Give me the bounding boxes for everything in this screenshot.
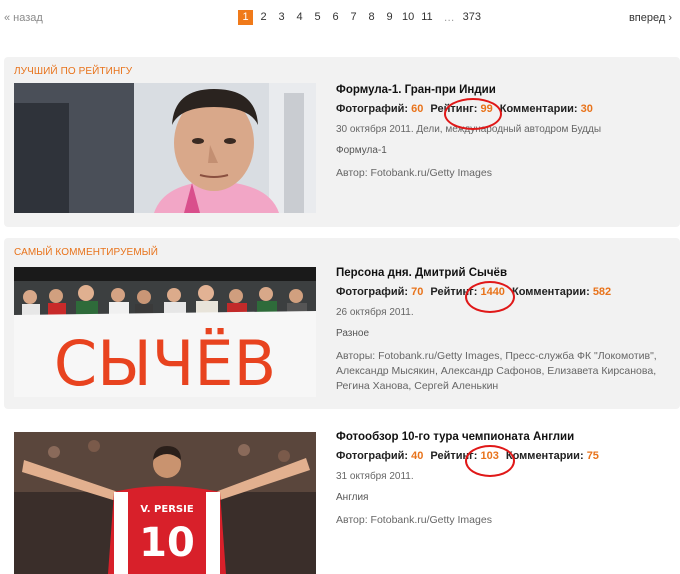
album-author: Автор: Fotobank.ru/Getty Images [336,514,492,526]
rating-annotation-circle [444,98,502,130]
album-thumbnail[interactable] [14,83,316,213]
album-title-link[interactable]: Фотообзор 10-го тура чемпионата Англии [336,431,680,443]
page-link-11[interactable]: 11 [419,10,434,25]
album-date: 26 октября 2011. [336,307,414,318]
fans-banner-photo: СЫЧЁВ [14,267,316,397]
photos-label: Фотографий: [336,103,409,115]
album-card-top-rated: ЛУЧШИЙ ПО РЕЙТИНГУ Формула-1. Гран-при И… [4,57,680,227]
shirt-name-text: V. PERSIE [140,504,194,515]
comments-label: Комментарии: [499,103,578,115]
album-date: 31 октября 2011. [336,471,414,482]
page-numbers: 1 2 3 4 5 6 7 8 9 10 11 … 373 [238,10,486,25]
album-thumbnail[interactable]: СЫЧЁВ [14,267,316,397]
portrait-photo [14,83,316,213]
album-stats: Фотографий: 60 Рейтинг: 99 Комментарии: … [336,103,680,115]
photos-count: 70 [411,286,424,298]
next-page-link[interactable]: вперед › [629,12,672,24]
pagination: « назад 1 2 3 4 5 6 7 8 9 10 11 … 373 вп… [0,10,680,28]
page-link-8[interactable]: 8 [364,10,379,25]
page-link-9[interactable]: 9 [382,10,397,25]
album-title-link[interactable]: Персона дня. Дмитрий Сычёв [336,267,680,279]
photos-label: Фотографий: [336,286,409,298]
album-card-most-commented: САМЫЙ КОММЕНТИРУЕМЫЙ СЫЧЁВ Персона дня. … [4,238,680,409]
shirt-number-text: 10 [139,520,195,566]
album-category-link[interactable]: Разное [336,328,680,339]
comments-label: Комментарии: [512,286,590,298]
page-link-2[interactable]: 2 [256,10,271,25]
album-author: Автор: Fotobank.ru/Getty Images [336,167,492,179]
album-category-link[interactable]: Англия [336,492,680,503]
section-label: САМЫЙ КОММЕНТИРУЕМЫЙ [14,247,159,258]
rating-annotation-circle [465,281,515,313]
page-link-6[interactable]: 6 [328,10,343,25]
page-link-1[interactable]: 1 [238,10,253,25]
prev-page-link[interactable]: « назад [4,12,43,24]
page-link-3[interactable]: 3 [274,10,289,25]
comments-count: 75 [586,450,599,462]
photos-label: Фотографий: [336,450,409,462]
rating-annotation-circle [465,445,515,477]
banner-text: СЫЧЁВ [54,327,276,397]
comments-count: 30 [580,103,593,115]
photos-count: 40 [411,450,424,462]
page-link-4[interactable]: 4 [292,10,307,25]
page-link-last[interactable]: 373 [461,10,483,25]
photos-count: 60 [411,103,424,115]
comments-label: Комментарии: [505,450,584,462]
pagination-ellipsis: … [443,11,455,24]
page-link-5[interactable]: 5 [310,10,325,25]
album-title-link[interactable]: Формула-1. Гран-при Индии [336,84,680,96]
album-date: 30 октября 2011. Дели, международный авт… [336,124,602,135]
album-card: V. PERSIE 10 Фотообзор 10-го тура чемпио… [4,420,680,574]
footballer-photo: V. PERSIE 10 [14,432,316,574]
album-category-link[interactable]: Формула-1 [336,145,680,156]
page-link-10[interactable]: 10 [400,10,416,25]
album-thumbnail[interactable]: V. PERSIE 10 [14,432,316,574]
album-author: Авторы: Fotobank.ru/Getty Images, Пресс-… [336,350,657,392]
page-link-7[interactable]: 7 [346,10,361,25]
comments-count: 582 [592,286,612,298]
section-label: ЛУЧШИЙ ПО РЕЙТИНГУ [14,66,133,77]
